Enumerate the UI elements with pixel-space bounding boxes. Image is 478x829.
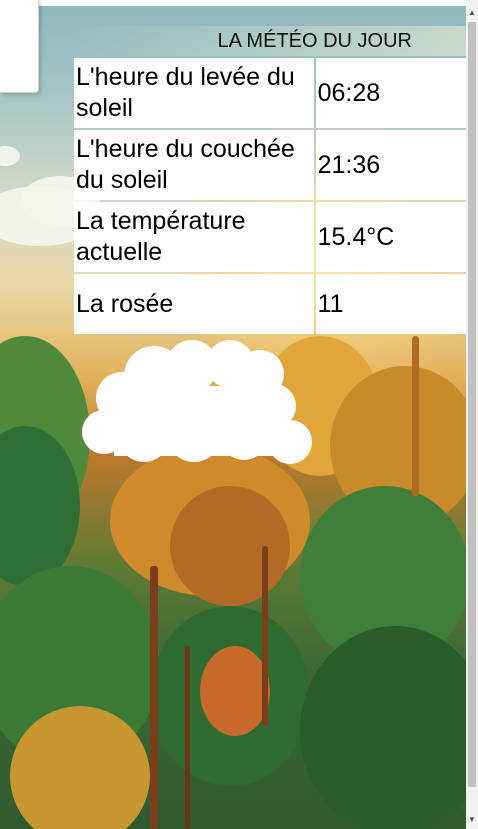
vertical-scrollbar[interactable]: ▲ ▼ xyxy=(466,0,478,829)
sunset-value: 21:36 xyxy=(315,130,466,200)
table-row: La rosée 11 xyxy=(74,274,466,334)
scroll-up-button[interactable]: ▲ xyxy=(466,6,478,20)
tree-trunk xyxy=(185,646,190,829)
temperature-value: 15.4°C xyxy=(315,202,466,272)
background-cloud xyxy=(0,146,20,166)
foliage xyxy=(170,486,290,606)
sunrise-value: 06:28 xyxy=(315,58,466,128)
weather-table: L'heure du levée du soleil 06:28 L'heure… xyxy=(72,56,466,336)
foliage xyxy=(200,646,270,736)
scroll-thumb[interactable] xyxy=(468,22,476,787)
table-row: L'heure du levée du soleil 06:28 xyxy=(74,58,466,128)
sunset-label: L'heure du couchée du soleil xyxy=(74,130,314,200)
dew-label: La rosée xyxy=(74,274,314,334)
table-row: L'heure du couchée du soleil 21:36 xyxy=(74,130,466,200)
dew-value: 11 xyxy=(315,274,466,334)
popup-menu[interactable] xyxy=(0,0,39,93)
cloud-icon xyxy=(82,340,312,464)
foliage xyxy=(300,626,466,829)
table-row: La température actuelle 15.4°C xyxy=(74,202,466,272)
temperature-label: La température actuelle xyxy=(74,202,314,272)
sunrise-label: L'heure du levée du soleil xyxy=(74,58,314,128)
tree-trunk xyxy=(150,566,158,829)
weather-title: LA MÉTÉO DU JOUR xyxy=(74,26,466,56)
weather-page: LA MÉTÉO DU JOUR L'heure du levée du sol… xyxy=(0,6,466,829)
tree-trunk xyxy=(262,546,268,726)
scroll-down-button[interactable]: ▼ xyxy=(466,813,478,827)
tree-trunk xyxy=(412,336,419,496)
